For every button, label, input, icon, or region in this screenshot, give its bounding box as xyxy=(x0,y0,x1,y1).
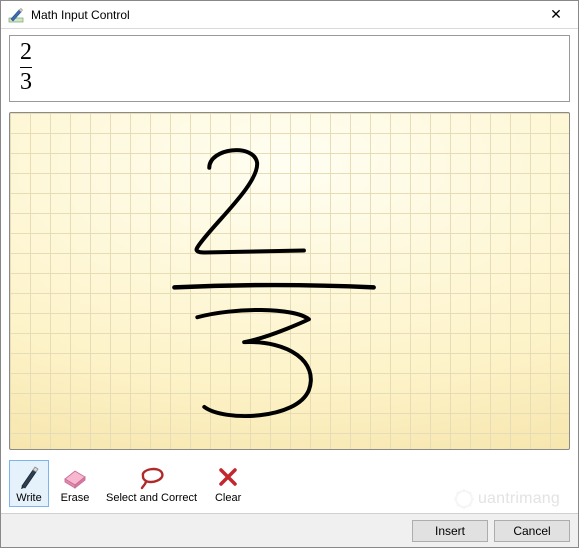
fraction-denominator: 3 xyxy=(20,70,32,95)
fraction-numerator: 2 xyxy=(20,40,32,65)
watermark-text: uantrimang xyxy=(478,490,560,508)
write-tool-button[interactable]: Write xyxy=(9,460,49,507)
writing-canvas[interactable] xyxy=(9,112,570,450)
close-button[interactable]: ✕ xyxy=(534,1,578,29)
eraser-icon xyxy=(61,463,89,491)
app-icon xyxy=(7,6,25,24)
watermark: uantrimang xyxy=(454,489,560,509)
fraction-display: 2 3 xyxy=(20,40,32,95)
title-bar: Math Input Control ✕ xyxy=(1,1,578,29)
ink-strokes xyxy=(10,113,569,450)
cancel-button[interactable]: Cancel xyxy=(494,520,570,542)
select-correct-tool-button[interactable]: Select and Correct xyxy=(101,460,202,507)
insert-button[interactable]: Insert xyxy=(412,520,488,542)
recognition-preview-area: 2 3 xyxy=(1,29,578,106)
clear-tool-label: Clear xyxy=(215,492,241,504)
window-title: Math Input Control xyxy=(31,8,534,22)
erase-tool-label: Erase xyxy=(61,492,90,504)
close-icon: ✕ xyxy=(550,6,562,23)
write-tool-label: Write xyxy=(16,492,41,504)
clear-tool-button[interactable]: Clear xyxy=(208,460,248,507)
writing-area-wrapper xyxy=(1,106,578,456)
dialog-footer: Insert Cancel xyxy=(1,513,578,547)
recognition-preview[interactable]: 2 3 xyxy=(9,35,570,102)
pen-icon xyxy=(17,463,41,491)
tool-toolbar: Write Erase Select and Correct Clear xyxy=(1,456,578,509)
erase-tool-button[interactable]: Erase xyxy=(55,460,95,507)
watermark-gear-icon xyxy=(454,489,474,509)
select-correct-tool-label: Select and Correct xyxy=(106,492,197,504)
fraction-bar xyxy=(20,67,32,68)
lasso-icon xyxy=(137,463,167,491)
clear-x-icon xyxy=(217,463,239,491)
